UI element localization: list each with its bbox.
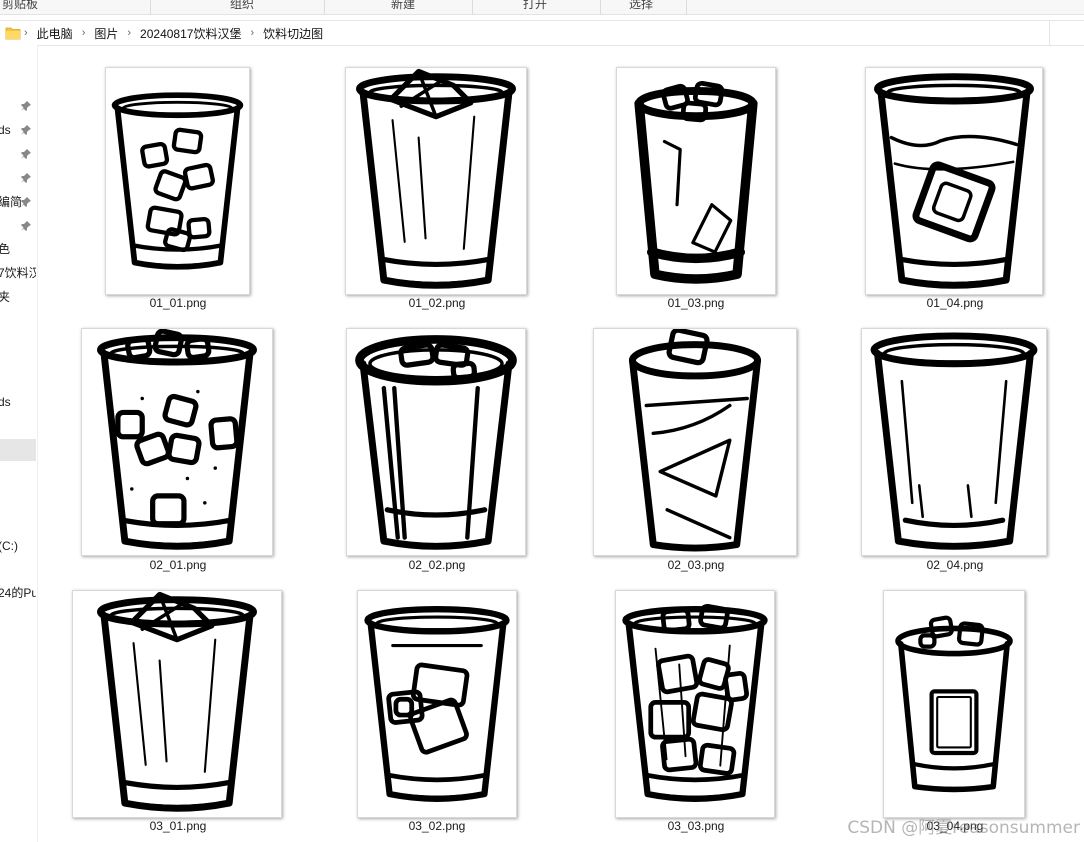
cup-drawing-image [356,68,516,289]
cup-drawing-image [622,603,768,802]
ribbon-divider [324,0,325,14]
nav-item[interactable] [0,215,36,237]
pin-icon [21,197,31,207]
ribbon-group-open: 打开 [523,0,548,11]
file-thumbnail[interactable] [345,67,527,295]
nav-item-label: 色 [0,238,10,260]
file-name-label[interactable]: 02_04.png [895,558,1015,572]
pin-icon [21,125,31,135]
breadcrumb-this-pc[interactable]: 此电脑 [31,25,79,42]
nav-item[interactable] [0,95,36,117]
file-thumbnail[interactable] [105,67,250,295]
file-thumbnail[interactable] [593,328,797,556]
breadcrumb-project-folder[interactable]: 20240817饮料汉堡 [134,25,247,42]
nav-item-label: 编简 [0,195,23,209]
file-name-label[interactable]: 01_02.png [377,296,497,310]
cup-drawing-image [895,615,1013,793]
nav-item-label: 24的Pu [0,586,36,600]
breadcrumb-pictures[interactable]: 图片 [88,25,124,42]
cup-drawing-image [628,329,762,552]
navigation-pane: ds 编简色 7饮料汉夹 ds (C:) 24的Pu [0,45,38,842]
cup-drawing-image [97,329,257,550]
nav-item-label: (C:) [0,539,18,553]
pin-icon [21,101,31,111]
ribbon-group-new: 新建 [391,0,416,11]
watermark: CSDN @阿夏reasonsummer [847,818,1080,838]
file-thumbnail[interactable] [615,590,775,818]
file-name-label[interactable]: 02_02.png [377,558,497,572]
nav-item[interactable]: ds [0,391,36,413]
folder-icon [5,25,21,41]
nav-item-label: 夹 [0,286,10,308]
nav-item-label: 7饮料汉 [0,266,36,280]
pin-icon [21,149,31,159]
nav-item[interactable]: 7饮料汉 [0,262,36,284]
ribbon-group-clipboard: 剪贴板 [2,0,39,11]
ribbon-group-bar: 剪贴板 组织 新建 打开 选择 [0,0,1084,15]
file-name-label[interactable]: 01_03.png [636,296,756,310]
file-grid: 01_01.png 01_02.png 01_03.png 01_04.png 02_0… [40,50,1084,842]
cup-drawing-image [355,335,517,550]
cup-drawing-image [97,591,257,812]
ribbon-group-organize: 组织 [230,0,255,11]
file-name-label[interactable]: 02_01.png [118,558,238,572]
file-name-label[interactable]: 02_03.png [636,558,756,572]
file-name-label[interactable]: 03_02.png [377,819,497,833]
nav-item[interactable]: 24的Pu [0,582,36,604]
address-bar[interactable]: › 此电脑 › 图片 › 20240817饮料汉堡 › 饮料切边图 [0,20,1084,46]
nav-item-label: ds [0,123,11,137]
cup-drawing-image [870,332,1038,550]
file-thumbnail[interactable] [72,590,282,818]
address-bar-end [1049,21,1084,45]
file-thumbnail[interactable] [865,67,1043,295]
cup-drawing-image [874,73,1034,289]
file-thumbnail[interactable] [861,328,1047,556]
chevron-right-icon[interactable]: › [124,27,134,39]
pin-icon [21,173,31,183]
nav-item[interactable] [0,143,36,165]
file-name-label[interactable]: 03_03.png [636,819,756,833]
file-name-label[interactable]: 01_04.png [895,296,1015,310]
nav-item[interactable]: 夹 [0,286,36,308]
nav-item[interactable] [0,439,36,461]
ribbon-divider [150,0,151,14]
cup-drawing-image [634,80,758,284]
nav-item[interactable]: (C:) [0,535,36,557]
nav-item[interactable]: 编简 [0,191,36,213]
chevron-right-icon[interactable]: › [79,27,89,39]
file-name-label[interactable]: 01_01.png [118,296,238,310]
chevron-right-icon[interactable]: › [247,27,257,39]
chevron-right-icon[interactable]: › [21,27,31,39]
nav-item[interactable]: 色 [0,238,36,260]
file-thumbnail[interactable] [616,67,776,295]
file-thumbnail[interactable] [357,590,517,818]
ribbon-divider [686,0,687,14]
nav-item[interactable] [0,167,36,189]
file-thumbnail[interactable] [883,590,1025,818]
file-thumbnail[interactable] [346,328,526,556]
pin-icon [21,221,31,231]
cup-drawing-image [364,606,510,802]
ribbon-group-select: 选择 [629,0,654,11]
file-name-label[interactable]: 03_01.png [118,819,238,833]
file-thumbnail[interactable] [81,328,273,556]
nav-item-label: ds [0,395,11,409]
breadcrumb-current-folder[interactable]: 饮料切边图 [257,25,329,42]
cup-drawing-image [111,92,244,270]
ribbon-divider [600,0,601,14]
ribbon-divider [472,0,473,14]
nav-item[interactable]: ds [0,119,36,141]
